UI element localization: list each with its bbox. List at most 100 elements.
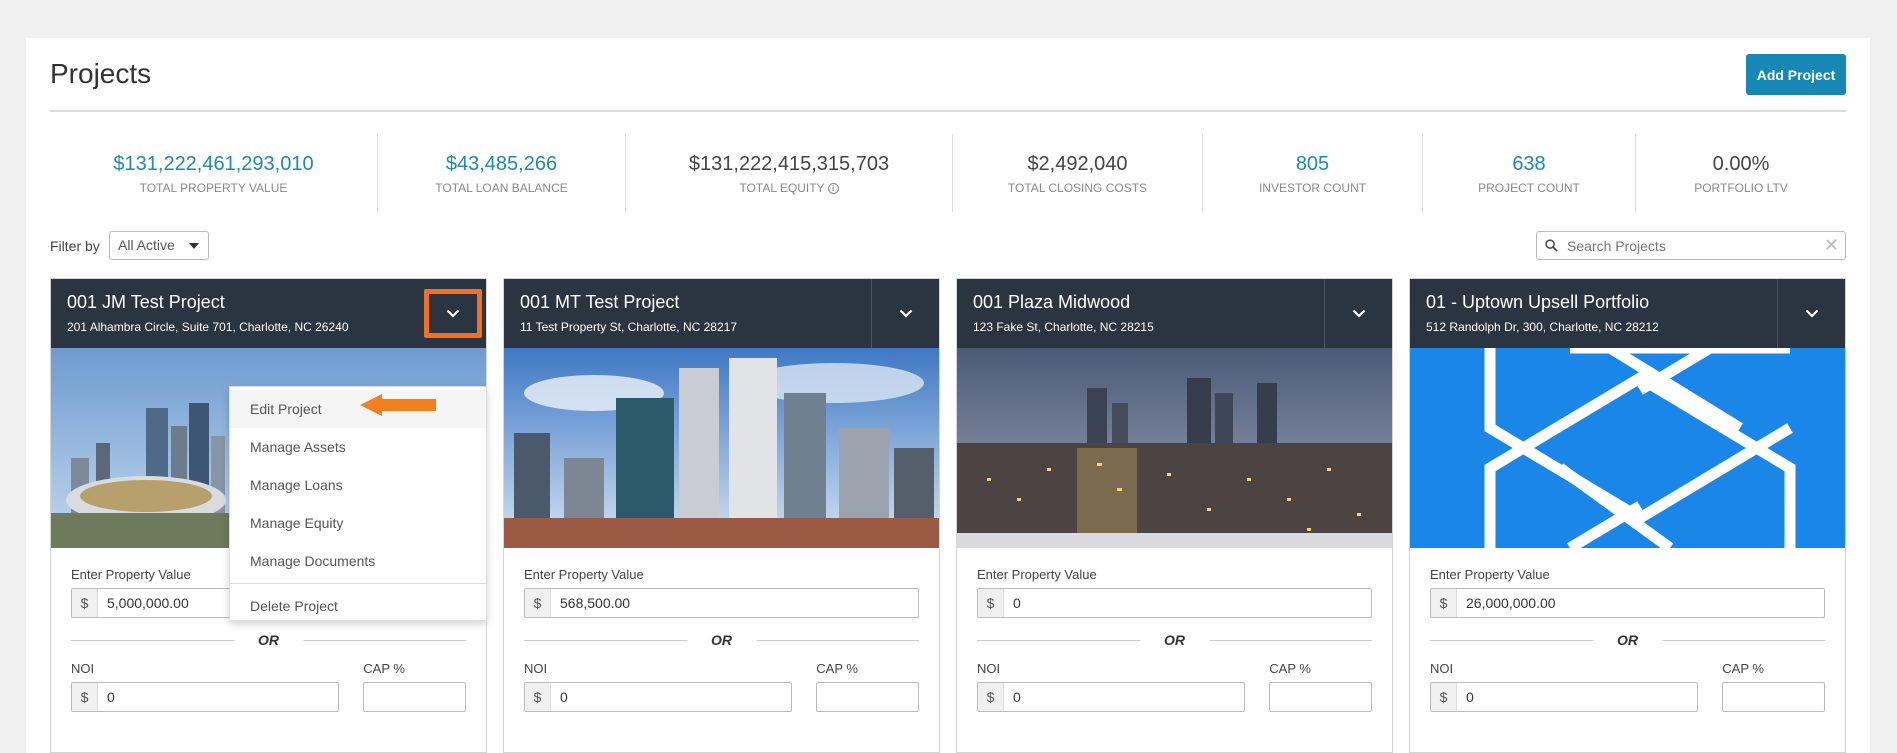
cap-label: CAP % [363,661,405,676]
noi-value: 0 [1013,689,1021,705]
card-title[interactable]: 001 JM Test Project [67,292,225,313]
cap-input[interactable] [1722,682,1825,712]
search-box: ✕ [1536,231,1846,260]
page-title: Projects [50,58,152,89]
project-image [957,348,1392,548]
stat-value: 0.00% [1712,153,1770,175]
stat-project-count: 638 PROJECT COUNT [1423,134,1636,212]
stat-label: TOTAL CLOSING COSTS [1007,181,1148,195]
currency-sign: $ [978,589,1004,617]
card-body: Enter Property Value $ 26,000,000.00 OR … [1410,548,1845,712]
property-value: 568,500.00 [560,595,631,611]
property-value: 0 [1013,595,1021,611]
cap-input[interactable] [363,682,466,712]
projects-panel: Projects Add Project $131,222,461,293,01… [26,38,1870,753]
card-menu-toggle[interactable] [871,279,939,348]
noi-input[interactable]: $ 0 [71,682,340,712]
card-header: 01 - Uptown Upsell Portfolio 512 Randolp… [1410,279,1845,348]
stat-value: $2,492,040 [1027,153,1128,175]
stat-label: TOTAL LOAN BALANCE [435,181,568,195]
menu-item-manage-documents[interactable]: Manage Documents [230,542,486,580]
property-value-input[interactable]: $ 0 [977,588,1372,618]
currency-sign: $ [1431,589,1457,617]
or-divider: OR [524,632,919,648]
annotation-arrow-icon [360,394,436,416]
property-value-input[interactable]: $ 568,500.00 [524,588,919,618]
or-divider: OR [71,632,466,648]
property-value-label: Enter Property Value [524,567,644,582]
cap-label: CAP % [1269,661,1311,676]
project-card: 001 Plaza Midwood 123 Fake St, Charlotte… [956,278,1393,753]
currency-sign: $ [525,683,551,711]
currency-sign: $ [525,589,551,617]
property-value-label: Enter Property Value [977,567,1097,582]
card-menu-toggle[interactable] [424,289,482,338]
card-body: Enter Property Value $ 568,500.00 OR NOI… [504,548,939,712]
card-body: Enter Property Value $ 0 OR NOI $ 0 CAP … [957,548,1392,712]
currency-sign: $ [978,683,1004,711]
project-image [1410,348,1845,548]
menu-divider [230,583,486,584]
noi-input[interactable]: $ 0 [977,682,1246,712]
search-input[interactable] [1567,236,1807,256]
stat-total-equity: $131,222,415,315,703 TOTAL EQUITY i [626,134,953,212]
cap-input[interactable] [1269,682,1372,712]
property-value-input[interactable]: $ 26,000,000.00 [1430,588,1825,618]
filter-value: All Active [118,237,175,253]
chevron-down-icon [446,309,460,318]
chevron-down-icon [1805,309,1818,318]
menu-item-manage-assets[interactable]: Manage Assets [230,428,486,466]
filter-select[interactable]: All Active [109,231,209,260]
noi-label: NOI [524,661,548,676]
stat-label: PORTFOLIO LTV [1694,181,1788,195]
cap-label: CAP % [1722,661,1764,676]
card-header: 001 MT Test Project 11 Test Property St,… [504,279,939,348]
stat-investor-count: 805 INVESTOR COUNT [1203,134,1423,212]
or-divider: OR [1430,632,1825,648]
chevron-down-icon [899,309,912,318]
card-title[interactable]: 01 - Uptown Upsell Portfolio [1426,292,1649,313]
placeholder-logo-icon [1410,348,1845,548]
stat-label: TOTAL PROPERTY VALUE [139,181,288,195]
cap-input[interactable] [816,682,919,712]
page-header: Projects Add Project [50,38,1846,112]
card-header: 001 Plaza Midwood 123 Fake St, Charlotte… [957,279,1392,348]
stat-value: 805 [1295,153,1330,175]
noi-label: NOI [977,661,1001,676]
cap-label: CAP % [816,661,858,676]
noi-value: 0 [560,689,568,705]
or-divider: OR [977,632,1372,648]
card-address: 123 Fake St, Charlotte, NC 28215 [973,320,1154,334]
info-icon[interactable]: i [827,182,839,194]
card-title[interactable]: 001 MT Test Project [520,292,679,313]
card-header: 001 JM Test Project 201 Alhambra Circle,… [51,279,486,348]
noi-input[interactable]: $ 0 [524,682,793,712]
menu-item-manage-loans[interactable]: Manage Loans [230,466,486,504]
card-menu-toggle[interactable] [1777,279,1845,348]
project-card: 01 - Uptown Upsell Portfolio 512 Randolp… [1409,278,1846,753]
stat-value: 638 [1512,153,1546,175]
stat-label: TOTAL EQUITY i [739,181,839,195]
noi-value: 0 [1466,689,1474,705]
card-title[interactable]: 001 Plaza Midwood [973,292,1130,313]
stats-bar: $131,222,461,293,010 TOTAL PROPERTY VALU… [50,134,1846,212]
card-address: 201 Alhambra Circle, Suite 701, Charlott… [67,320,349,334]
property-value-label: Enter Property Value [1430,567,1550,582]
stat-portfolio-ltv: 0.00% PORTFOLIO LTV [1636,134,1846,212]
stat-total-property-value: $131,222,461,293,010 TOTAL PROPERTY VALU… [50,134,378,212]
stat-total-loan-balance: $43,485,266 TOTAL LOAN BALANCE [378,134,626,212]
card-menu-toggle[interactable] [1324,279,1392,348]
stat-total-closing-costs: $2,492,040 TOTAL CLOSING COSTS [953,134,1203,212]
menu-item-delete-project[interactable]: Delete Project [230,587,486,625]
clear-icon[interactable]: ✕ [1824,235,1839,255]
menu-item-edit-project[interactable]: Edit Project [230,390,486,428]
noi-input[interactable]: $ 0 [1430,682,1699,712]
search-icon [1545,239,1558,252]
project-image [504,348,939,548]
currency-sign: $ [72,683,98,711]
property-value: 26,000,000.00 [1466,595,1556,611]
stat-value: $131,222,415,315,703 [688,153,890,175]
add-project-button[interactable]: Add Project [1746,54,1846,95]
menu-item-manage-equity[interactable]: Manage Equity [230,504,486,542]
caret-down-icon [189,243,199,249]
